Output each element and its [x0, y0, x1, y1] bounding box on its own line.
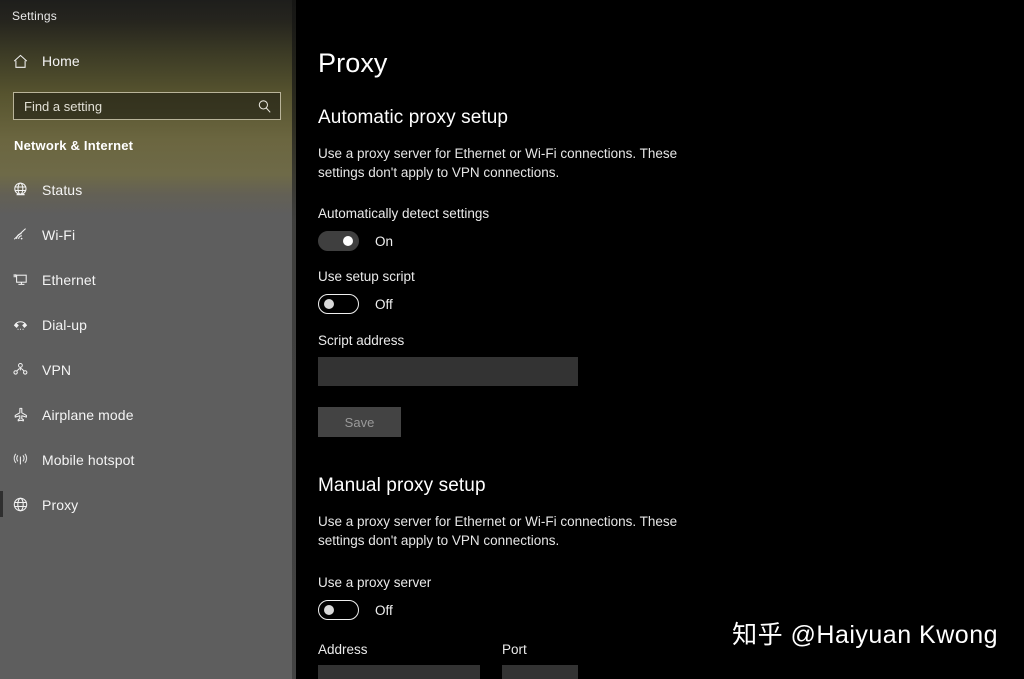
- auto-detect-toggle-row: On: [318, 231, 1024, 251]
- sidebar-item-mobile-hotspot-label: Mobile hotspot: [42, 451, 135, 468]
- monitor-icon: [12, 271, 42, 289]
- vpn-icon: [12, 361, 42, 379]
- port-input[interactable]: [502, 665, 578, 679]
- script-address-label: Script address: [318, 333, 405, 348]
- sidebar-nav-list: Status Wi-Fi Ethernet Dial-up VPN Airpla…: [0, 167, 296, 527]
- use-setup-script-label: Use setup script: [318, 269, 415, 284]
- home-icon: [12, 53, 42, 70]
- save-button[interactable]: Save: [318, 407, 401, 437]
- sidebar-item-proxy-label: Proxy: [42, 496, 79, 513]
- script-address-group: Script address: [318, 333, 1024, 386]
- toggle-knob: [324, 605, 334, 615]
- sidebar-item-status-label: Status: [42, 181, 83, 198]
- sidebar-item-vpn[interactable]: VPN: [0, 347, 296, 392]
- use-proxy-server-state: Off: [375, 602, 393, 618]
- sidebar-item-wifi-label: Wi-Fi: [42, 226, 76, 243]
- address-label: Address: [318, 642, 368, 657]
- address-group: Address: [318, 642, 480, 679]
- toggle-knob: [343, 236, 353, 246]
- sidebar-item-ethernet[interactable]: Ethernet: [0, 257, 296, 302]
- sidebar-item-vpn-label: VPN: [42, 361, 72, 378]
- sidebar-item-airplane-mode-label: Airplane mode: [42, 406, 134, 423]
- use-setup-script-state: Off: [375, 296, 393, 312]
- port-label: Port: [502, 642, 527, 657]
- sidebar-item-ethernet-label: Ethernet: [42, 271, 96, 288]
- automatic-proxy-heading: Automatic proxy setup: [318, 107, 509, 128]
- hotspot-icon: [12, 451, 42, 469]
- sidebar-item-status[interactable]: Status: [0, 167, 296, 212]
- manual-proxy-description: Use a proxy server for Ethernet or Wi-Fi…: [318, 514, 678, 548]
- sidebar-item-wifi[interactable]: Wi-Fi: [0, 212, 296, 257]
- sidebar-item-mobile-hotspot[interactable]: Mobile hotspot: [0, 437, 296, 482]
- settings-window: Settings Home Find a setting Network & I…: [0, 0, 1024, 679]
- manual-proxy-heading: Manual proxy setup: [318, 475, 486, 496]
- search-input[interactable]: Find a setting: [13, 92, 281, 120]
- use-setup-script-toggle-row: Off: [318, 294, 1024, 314]
- use-setup-script-toggle[interactable]: [318, 294, 359, 314]
- use-setup-script-group: Use setup script Off: [318, 269, 1024, 314]
- auto-detect-state: On: [375, 233, 394, 249]
- toggle-knob: [324, 299, 334, 309]
- title-bar: Settings: [0, 0, 296, 32]
- use-proxy-server-group: Use a proxy server Off: [318, 575, 1024, 620]
- search-container: Find a setting: [13, 92, 281, 120]
- globe-status-icon: [12, 181, 42, 199]
- sidebar-category: Network & Internet: [14, 138, 134, 153]
- page-title: Proxy: [318, 48, 388, 78]
- port-group: Port: [502, 642, 578, 679]
- search-placeholder: Find a setting: [24, 98, 103, 114]
- sidebar-item-dialup[interactable]: Dial-up: [0, 302, 296, 347]
- address-input[interactable]: [318, 665, 480, 679]
- sidebar-item-airplane-mode[interactable]: Airplane mode: [0, 392, 296, 437]
- globe-icon: [12, 496, 42, 514]
- auto-detect-label: Automatically detect settings: [318, 206, 490, 221]
- wifi-icon: [12, 226, 42, 244]
- use-proxy-server-toggle[interactable]: [318, 600, 359, 620]
- sidebar-item-dialup-label: Dial-up: [42, 316, 88, 333]
- window-title: Settings: [12, 9, 57, 23]
- script-address-input[interactable]: [318, 357, 578, 386]
- sidebar: Settings Home Find a setting Network & I…: [0, 0, 296, 679]
- sidebar-item-home-label: Home: [42, 53, 80, 69]
- auto-detect-toggle[interactable]: [318, 231, 359, 251]
- sidebar-item-proxy[interactable]: Proxy: [0, 482, 296, 527]
- airplane-icon: [12, 406, 42, 424]
- sidebar-item-home[interactable]: Home: [0, 44, 296, 78]
- watermark: 知乎 @Haiyuan Kwong: [732, 621, 998, 649]
- use-proxy-server-label: Use a proxy server: [318, 575, 432, 590]
- search-icon[interactable]: [257, 99, 272, 114]
- automatic-proxy-description: Use a proxy server for Ethernet or Wi-Fi…: [318, 146, 678, 180]
- auto-detect-group: Automatically detect settings On: [318, 206, 1024, 251]
- content-pane: Proxy Automatic proxy setup Use a proxy …: [296, 0, 1024, 679]
- phone-icon: [12, 316, 42, 334]
